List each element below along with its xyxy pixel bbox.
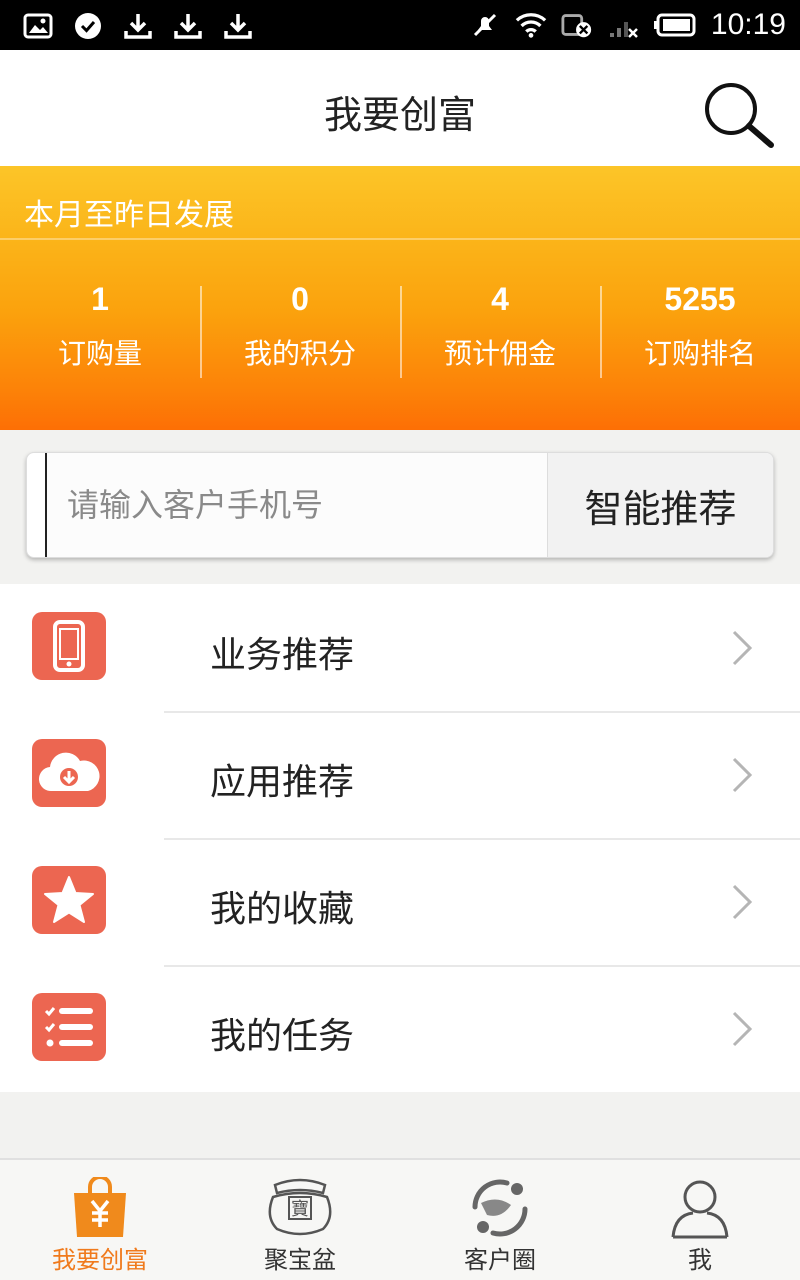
- feature-menu: 业务推荐 应用推荐 我的收藏 我的任务: [0, 584, 800, 1092]
- download-icon: [222, 10, 254, 42]
- nav-tab-customer-circle[interactable]: 客户圈: [400, 1160, 600, 1280]
- menu-item-business-recommend[interactable]: 业务推荐: [0, 584, 800, 711]
- nav-label: 我: [688, 1246, 712, 1274]
- stats-header: 本月至昨日发展: [0, 166, 800, 240]
- nav-label: 我要创富: [52, 1246, 148, 1274]
- smart-recommend-button[interactable]: 智能推荐: [547, 453, 773, 557]
- svg-text:寶: 寶: [291, 1199, 309, 1220]
- menu-item-label: 我的任务: [210, 1016, 355, 1057]
- shopping-bag-icon: [65, 1176, 135, 1240]
- stat-label: 预计佣金: [443, 337, 556, 370]
- cloud-download-icon: [32, 739, 106, 807]
- chevron-right-icon: [732, 630, 753, 666]
- download-icon: [122, 10, 154, 42]
- phone-number-input[interactable]: [45, 453, 547, 557]
- stat-value: 0: [291, 281, 309, 317]
- customer-circle-icon: [465, 1176, 535, 1240]
- image-icon: [22, 10, 54, 42]
- phone-icon: [32, 612, 106, 680]
- status-bar: 10:19: [0, 0, 800, 50]
- user-icon: [665, 1176, 735, 1240]
- bottom-nav: 我要创富 寶 聚宝盆 客户圈 我: [0, 1158, 800, 1280]
- monthly-stats-panel: 本月至昨日发展 1 订购量 0 我的积分 4 预计佣金 5255 订购排名: [0, 166, 800, 430]
- stat-orders[interactable]: 1 订购量: [0, 280, 200, 380]
- mute-icon: [469, 9, 501, 41]
- wifi-icon: [515, 9, 547, 41]
- customer-search-bar: 智能推荐: [26, 452, 774, 558]
- nav-label: 客户圈: [464, 1246, 536, 1274]
- nav-tab-treasure-pot[interactable]: 寶 聚宝盆: [200, 1160, 400, 1280]
- stat-label: 订购排名: [643, 337, 756, 370]
- check-icon: [72, 10, 104, 42]
- sim-icon: [561, 9, 593, 41]
- clock: 10:19: [710, 8, 786, 41]
- chevron-right-icon: [732, 757, 753, 793]
- notification-icons: [22, 10, 254, 42]
- menu-item-label: 我的收藏: [210, 889, 355, 930]
- search-button[interactable]: [698, 74, 778, 154]
- stat-commission[interactable]: 4 预计佣金: [400, 280, 600, 380]
- stat-ranking[interactable]: 5255 订购排名: [600, 280, 800, 380]
- treasure-pot-icon: 寶: [265, 1176, 335, 1240]
- system-icons: 10:19: [469, 8, 786, 42]
- star-icon: [32, 866, 106, 934]
- stat-value: 1: [91, 281, 109, 317]
- download-icon: [172, 10, 204, 42]
- stats-cells: 1 订购量 0 我的积分 4 预计佣金 5255 订购排名: [0, 280, 800, 380]
- checklist-icon: [32, 993, 106, 1061]
- signal-icon: [607, 9, 639, 41]
- menu-item-label: 业务推荐: [210, 635, 355, 676]
- menu-item-favorites[interactable]: 我的收藏: [0, 838, 800, 965]
- battery-icon: [653, 9, 697, 41]
- stat-label: 我的积分: [243, 337, 356, 370]
- stat-value: 4: [491, 281, 509, 317]
- stats-title: 本月至昨日发展: [24, 198, 234, 233]
- header: 我要创富: [0, 50, 800, 166]
- stat-points[interactable]: 0 我的积分: [200, 280, 400, 380]
- nav-label: 聚宝盆: [264, 1246, 336, 1274]
- nav-tab-me[interactable]: 我: [600, 1160, 800, 1280]
- chevron-right-icon: [732, 884, 753, 920]
- menu-item-tasks[interactable]: 我的任务: [0, 965, 800, 1092]
- search-icon: [705, 83, 774, 148]
- page-title: 我要创富: [323, 93, 476, 137]
- nav-tab-create-wealth[interactable]: 我要创富: [0, 1160, 200, 1280]
- menu-item-label: 应用推荐: [210, 762, 355, 803]
- stat-label: 订购量: [57, 337, 142, 370]
- chevron-right-icon: [732, 1011, 753, 1047]
- stat-value: 5255: [664, 281, 736, 317]
- menu-item-app-recommend[interactable]: 应用推荐: [0, 711, 800, 838]
